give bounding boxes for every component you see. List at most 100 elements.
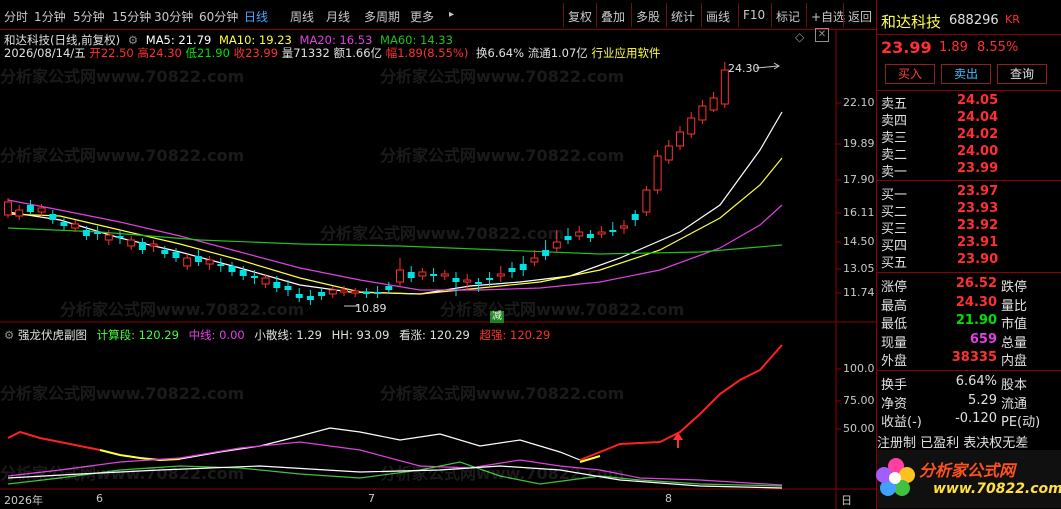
candle-body bbox=[631, 214, 639, 220]
low-price-label: 10.89 bbox=[355, 302, 387, 315]
stat-label: 现量 bbox=[881, 335, 908, 351]
candle-body bbox=[328, 289, 337, 295]
indicator-settings-icon[interactable]: ⚙ bbox=[4, 328, 14, 342]
indicator-strong: 超强: 120.29 bbox=[479, 328, 551, 342]
candle-body bbox=[586, 234, 594, 238]
candle-body bbox=[463, 279, 472, 283]
stat-row: 最高 24.30 量比 bbox=[881, 295, 1027, 314]
stat-label: 量比 bbox=[1001, 298, 1028, 314]
candle-body bbox=[597, 231, 606, 235]
candle-body bbox=[698, 105, 707, 121]
candle-body bbox=[205, 259, 214, 265]
bid-row: 买五 23.90 bbox=[881, 252, 998, 271]
indicator-tick-label: 100.0 bbox=[843, 362, 875, 375]
watermark-text: 分析家公式网www.70822.com bbox=[380, 67, 625, 86]
indicator-tick-label: 75.00 bbox=[843, 394, 875, 407]
stat-value: 38335 bbox=[951, 350, 997, 365]
stat-value: 24.30 bbox=[955, 294, 997, 310]
listing-note: 注册制 已盈利 表决权无差 bbox=[877, 436, 1029, 451]
indicator-hh: HH: 93.09 bbox=[331, 328, 390, 342]
candle-body bbox=[183, 257, 192, 267]
period-day-button[interactable]: 日 bbox=[841, 492, 852, 508]
candle-body bbox=[653, 155, 662, 191]
fundamental-value: 5.29 bbox=[968, 392, 997, 408]
book-level-price: 23.92 bbox=[957, 218, 999, 233]
candle-body bbox=[362, 292, 370, 294]
watermark-text: 分析家公式网www.70822.com bbox=[60, 300, 305, 319]
fundamental-label: 净资 bbox=[881, 396, 908, 412]
candle-body bbox=[542, 250, 550, 256]
candle-body bbox=[217, 264, 225, 266]
candle-body bbox=[172, 252, 180, 258]
price-tick-label: 17.90 bbox=[843, 173, 875, 186]
price-tick-label: 13.05 bbox=[843, 262, 875, 275]
candle-body bbox=[564, 236, 572, 240]
watermark-text: 分析家公式网www.70822.com bbox=[0, 384, 245, 403]
candle-body bbox=[94, 232, 102, 234]
price-tick-label: 19.89 bbox=[843, 137, 875, 150]
last-price: 23.99 bbox=[881, 38, 932, 57]
candle-body bbox=[127, 239, 136, 247]
ma20-line bbox=[7, 199, 783, 291]
watermark-text: 分析家公式网www.70822.com bbox=[380, 146, 625, 165]
candle-body bbox=[452, 278, 460, 282]
indicator-calc: 计算段: 120.29 bbox=[96, 328, 179, 342]
candle-body bbox=[116, 236, 124, 238]
book-level-price: 23.93 bbox=[957, 201, 999, 216]
watermark-text: 分析家公式网www.70822.com bbox=[320, 224, 565, 243]
candle-body bbox=[418, 271, 427, 277]
fundamental-label: 股本 bbox=[1001, 378, 1028, 393]
candle-body bbox=[149, 243, 158, 247]
high-price-label: 24.30 bbox=[728, 62, 760, 75]
candle-body bbox=[385, 286, 393, 290]
ma5-line bbox=[7, 111, 783, 295]
indicator-name[interactable]: 强龙伏虎副图 bbox=[18, 328, 87, 342]
candle-body bbox=[161, 250, 169, 254]
candle-body bbox=[351, 290, 360, 294]
candle-body bbox=[676, 131, 684, 147]
indicator-mid: 中线: 0.00 bbox=[188, 328, 245, 342]
buy-button[interactable]: 买入 bbox=[885, 64, 935, 84]
candle-body bbox=[407, 272, 415, 278]
book-level-price: 24.00 bbox=[957, 144, 999, 159]
fundamental-row: 收益(-) -0.120 PE(动) bbox=[881, 411, 1040, 430]
stat-label: 最低 bbox=[881, 317, 908, 332]
stat-value: 26.52 bbox=[955, 276, 997, 291]
price-tick-label: 14.50 bbox=[843, 235, 875, 248]
indicator-bull: 看涨: 120.29 bbox=[399, 328, 470, 342]
candle-body bbox=[720, 69, 729, 105]
fundamental-label: 流通 bbox=[1001, 396, 1028, 412]
book-level-price: 23.99 bbox=[957, 161, 999, 176]
stat-label: 涨停 bbox=[881, 280, 908, 295]
candle-body bbox=[609, 230, 617, 232]
candle-body bbox=[430, 274, 438, 276]
candle-body bbox=[71, 223, 80, 229]
book-level-price: 23.90 bbox=[957, 252, 999, 267]
sell-button[interactable]: 卖出 bbox=[941, 64, 991, 84]
watermark-text: 分析家公式网www.70822.com bbox=[0, 146, 245, 165]
stat-row: 现量 659 总量 bbox=[881, 332, 1027, 351]
book-level-label: 卖一 bbox=[881, 165, 908, 180]
query-button[interactable]: 查询 bbox=[997, 64, 1047, 84]
stat-value: 659 bbox=[969, 331, 997, 347]
candle-body bbox=[508, 268, 516, 272]
logo-title: 分析家公式网 bbox=[919, 461, 1016, 480]
candle-body bbox=[306, 296, 314, 300]
quote-panel: 和达科技 688296 KR 23.99 1.89 8.55% 买入 卖出 查询… bbox=[876, 0, 1061, 509]
indicator-tick-label: 50.00 bbox=[843, 422, 875, 435]
candle-body bbox=[239, 270, 247, 276]
candle-body bbox=[340, 289, 348, 293]
candle-body bbox=[4, 201, 12, 216]
indicator-header: ⚙ 强龙伏虎副图 计算段: 120.29 中线: 0.00 小散线: 1.29 … bbox=[4, 327, 550, 343]
candle-body bbox=[620, 225, 628, 229]
candlesticks bbox=[4, 62, 729, 305]
candle-body bbox=[709, 97, 718, 111]
price-change-pct: 8.55% bbox=[977, 40, 1019, 55]
watermark-text: 分析家公式网www.70822.com bbox=[380, 384, 625, 403]
candle-body bbox=[261, 277, 270, 285]
indicator-small: 小散线: 1.29 bbox=[254, 328, 322, 342]
stat-label: 总量 bbox=[1001, 335, 1028, 351]
candle-body bbox=[486, 278, 494, 280]
price-tick-label: 22.10 bbox=[843, 96, 875, 109]
stat-row: 涨停 26.52 跌停 bbox=[881, 276, 1027, 295]
